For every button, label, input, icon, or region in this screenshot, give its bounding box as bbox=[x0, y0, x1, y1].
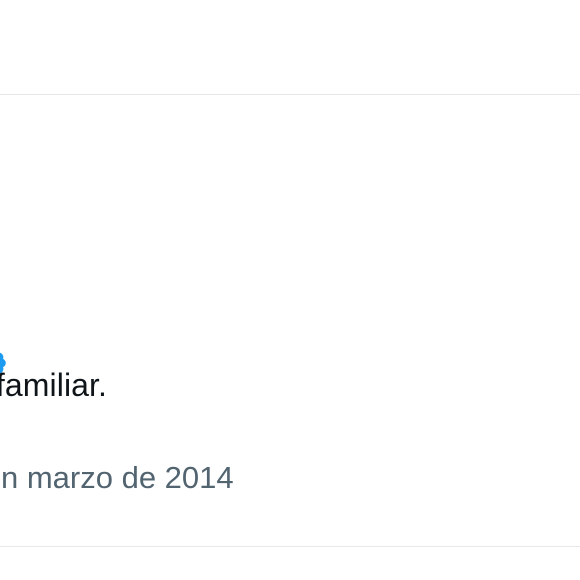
header-area bbox=[0, 0, 580, 94]
profile-card: Ropa familiar. Se unió en marzo de 2014 bbox=[0, 95, 580, 546]
profile-bio: Ropa familiar. bbox=[0, 367, 108, 403]
profile-page: Ropa familiar. Se unió en marzo de 2014 bbox=[0, 0, 580, 580]
footer-divider bbox=[0, 546, 580, 547]
joined-date: Se unió en marzo de 2014 bbox=[0, 460, 234, 495]
